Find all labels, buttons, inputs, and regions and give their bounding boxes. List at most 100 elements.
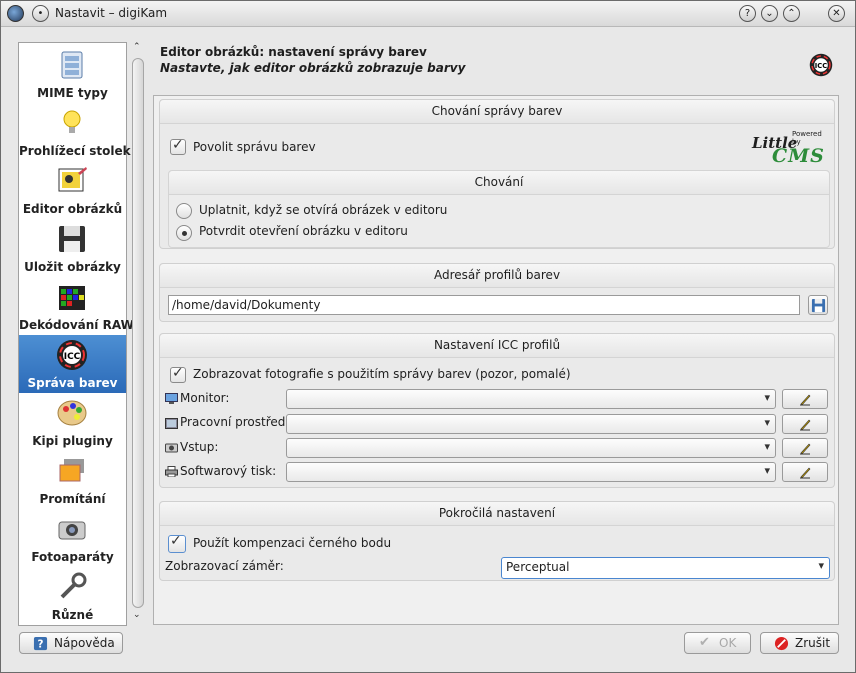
sidebar-item-slideshow[interactable]: Promítání: [19, 451, 126, 509]
input-label: Vstup:: [180, 440, 219, 454]
sidebar-item-raw[interactable]: Dekódování RAW: [19, 277, 134, 335]
lcms-logo: Powered by Little CMS: [750, 126, 830, 167]
help-titlebar-button[interactable]: ?: [739, 5, 756, 22]
floppy-icon: [811, 298, 826, 313]
show-managed-checkbox[interactable]: ✓: [170, 365, 186, 383]
question-icon: ?: [744, 8, 751, 19]
svg-text:?: ?: [38, 638, 44, 650]
chevron-down-icon: ▾: [764, 416, 770, 429]
workspace-profile-edit-button[interactable]: [782, 414, 828, 434]
raw-decoding-icon: [59, 286, 85, 310]
mime-types-icon: [61, 51, 83, 79]
monitor-profile-select[interactable]: ▾: [286, 389, 776, 409]
window-title: Nastavit – digiKam: [55, 6, 168, 20]
pencil-icon: [800, 419, 811, 431]
workspace-profile-select[interactable]: ▾: [286, 414, 776, 434]
help-icon: ?: [33, 636, 48, 650]
browse-button[interactable]: [808, 295, 828, 315]
check-icon: ✓: [172, 365, 184, 381]
sidebar-item-kipi[interactable]: Kipi pluginy: [19, 393, 126, 451]
printer-icon: [165, 466, 178, 477]
group-title: Nastavení ICC profilů: [160, 334, 834, 358]
sticky-button[interactable]: •: [32, 5, 49, 22]
sidebar-item-cameras[interactable]: Fotoaparáty: [19, 509, 126, 567]
input-profile-select[interactable]: ▾: [286, 438, 776, 458]
show-managed-label: Zobrazovat fotografie s použitím správy …: [193, 367, 571, 381]
radio-dot-icon: [182, 231, 187, 236]
lcms-cms-text: CMS: [772, 145, 825, 167]
sidebar-item-label: Fotoaparáty: [31, 550, 114, 564]
settings-panel: Chování správy barev ✓ Povolit správu ba…: [153, 95, 839, 625]
group-title: Pokročilá nastavení: [160, 502, 834, 526]
check-icon: ✓: [170, 533, 182, 549]
slideshow-icon: [59, 459, 84, 482]
profile-dir-group: Adresář profilů barev /home/david/Dokume…: [159, 263, 835, 322]
sidebar-item-label: Správa barev: [27, 376, 118, 390]
title-bar: • Nastavit – digiKam ? ⌄ ⌃ ✕: [1, 1, 855, 27]
radio-confirm-label: Potvrdit otevření obrázku v editoru: [199, 224, 408, 238]
bpc-checkbox[interactable]: ✓: [168, 533, 186, 553]
radio-confirm[interactable]: [176, 225, 192, 241]
bpc-label: Použít kompenzaci černého bodu: [193, 536, 392, 550]
sidebar-item-save-images[interactable]: Uložit obrázky: [19, 219, 126, 277]
sidebar-item-label: Dekódování RAW: [19, 318, 134, 332]
lcms-powered-text: Powered by: [792, 130, 822, 146]
cameras-icon: [58, 521, 86, 540]
behavior-subgroup: Chování Uplatnit, když se otvírá obrázek…: [168, 170, 830, 248]
ok-button[interactable]: ✔ OK: [684, 632, 751, 654]
enable-cm-label: Povolit správu barev: [193, 140, 316, 154]
cancel-button-label: Zrušit: [795, 636, 831, 650]
chevron-down-icon: ▾: [764, 464, 770, 477]
sidebar-item-color-management[interactable]: ICC Správa barev: [19, 335, 126, 393]
settings-window: • Nastavit – digiKam ? ⌄ ⌃ ✕ MIME typy P…: [0, 0, 856, 673]
sidebar-item-label: MIME typy: [37, 86, 108, 100]
softproof-profile-edit-button[interactable]: [782, 462, 828, 482]
radio-apply[interactable]: [176, 203, 192, 219]
sidebar-item-image-editor[interactable]: Editor obrázků: [19, 161, 126, 219]
advanced-group: Pokročilá nastavení ✓ Použít kompenzaci …: [159, 501, 835, 581]
help-button[interactable]: ? Nápověda: [19, 632, 123, 654]
softproof-label: Softwarový tisk:: [180, 464, 277, 478]
color-behavior-group: Chování správy barev ✓ Povolit správu ba…: [159, 99, 835, 249]
chevron-down-icon: ▾: [764, 391, 770, 404]
scrollbar-thumb[interactable]: [132, 58, 144, 608]
ok-button-label: OK: [719, 636, 737, 650]
workspace-icon: [165, 418, 178, 429]
dot-icon: •: [37, 8, 44, 19]
chevron-up-icon[interactable]: ⌃: [133, 42, 141, 52]
chevron-down-icon[interactable]: ⌄: [133, 610, 141, 620]
close-icon: ✕: [832, 8, 841, 19]
check-icon: ✔: [699, 635, 710, 650]
minimize-button[interactable]: ⌄: [761, 5, 778, 22]
profile-dir-value: /home/david/Dokumenty: [172, 298, 321, 312]
chevron-down-icon: ▾: [764, 440, 770, 453]
sidebar-item-label: Různé: [51, 608, 94, 622]
sidebar-scrollbar[interactable]: ⌃ ⌄: [130, 42, 146, 626]
pencil-icon: [800, 394, 811, 406]
sidebar-item-label: Kipi pluginy: [32, 434, 113, 448]
chevron-up-icon: ⌃: [787, 8, 796, 19]
kipi-plugins-icon: [57, 400, 87, 426]
svg-text:ICC: ICC: [815, 62, 827, 70]
sidebar-item-misc[interactable]: Různé: [19, 567, 126, 625]
sidebar-item-light-table[interactable]: Prohlížecí stolek: [19, 103, 131, 161]
close-button[interactable]: ✕: [828, 5, 845, 22]
intent-select[interactable]: Perceptual ▾: [501, 557, 830, 579]
maximize-button[interactable]: ⌃: [783, 5, 800, 22]
profile-dir-input[interactable]: /home/david/Dokumenty: [168, 295, 800, 315]
sidebar-item-mime[interactable]: MIME typy: [19, 45, 126, 103]
sidebar-item-label: Prohlížecí stolek: [19, 144, 131, 158]
input-profile-edit-button[interactable]: [782, 438, 828, 458]
monitor-profile-edit-button[interactable]: [782, 389, 828, 409]
input-camera-icon: [165, 443, 178, 453]
group-title: Adresář profilů barev: [160, 264, 834, 288]
app-menu-icon[interactable]: [7, 5, 24, 22]
chevron-down-icon: ⌄: [765, 8, 774, 19]
cancel-button[interactable]: Zrušit: [760, 632, 839, 654]
enable-cm-checkbox[interactable]: ✓: [170, 137, 186, 155]
workspace-label: Pracovní prostředí:: [180, 415, 293, 429]
softproof-profile-select[interactable]: ▾: [286, 462, 776, 482]
sidebar: MIME typy Prohlížecí stolek Editor obráz…: [18, 42, 134, 626]
color-management-icon: ICC: [809, 53, 833, 77]
help-button-label: Nápověda: [54, 636, 115, 650]
